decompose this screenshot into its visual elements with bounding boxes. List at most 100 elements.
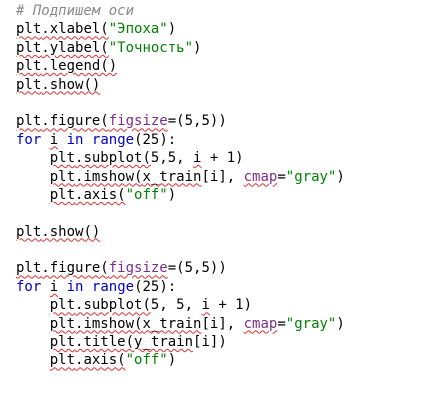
code-token: x_train — [142, 315, 202, 332]
str-token: "Эпоха" — [108, 21, 168, 38]
code-line: plt.show() — [16, 223, 443, 241]
code-token: .title( — [75, 334, 135, 351]
code-token: [i], — [201, 168, 244, 185]
code-token: plt — [49, 168, 76, 185]
code-line: plt.xlabel("Эпоха") — [16, 20, 443, 38]
kw-token: for — [16, 278, 42, 295]
code-token: + 1) — [201, 150, 244, 167]
param-token: cmap — [243, 315, 278, 332]
param-token: figsize — [108, 113, 168, 130]
code-token: i — [201, 297, 210, 314]
code-token: .legend() — [41, 58, 118, 75]
comment-text: # Подпишем оси — [16, 3, 135, 19]
code-line: plt.subplot(5, 5, i + 1) — [16, 296, 443, 314]
code-token: plt — [49, 315, 76, 332]
param-token: figsize — [108, 260, 168, 277]
code-line: plt.figure(figsize=(5,5)) — [16, 112, 443, 130]
code-token: (25): — [134, 278, 177, 295]
code-line: plt.imshow(x_train[i], cmap="gray") — [16, 315, 443, 333]
code-line: plt.subplot(5,5, i + 1) — [16, 149, 443, 167]
code-token: i — [49, 131, 59, 148]
code-token: i — [49, 278, 59, 295]
code-token: [i]) — [193, 334, 227, 351]
code-token: plt — [49, 334, 76, 351]
code-line: plt.ylabel("Точность") — [16, 39, 443, 57]
code-token: ) — [336, 168, 345, 185]
code-token: .show() — [41, 76, 101, 93]
code-token: plt — [16, 223, 42, 240]
kw-token: in — [66, 278, 84, 295]
kw-token: range — [91, 131, 135, 148]
code-editor[interactable]: # Подпишем оси plt.xlabel("Эпоха") plt.yla… — [0, 0, 443, 407]
code-area[interactable]: # Подпишем оси plt.xlabel("Эпоха") plt.yla… — [0, 0, 443, 370]
code-line: for i in range(25): — [16, 131, 443, 149]
code-line: plt.show() — [16, 76, 443, 94]
code-token: plt — [16, 21, 42, 38]
code-token: ) — [167, 186, 177, 203]
code-token: =(5,5)) — [167, 260, 227, 277]
code-token: plt — [49, 150, 76, 167]
code-token: = — [277, 315, 286, 332]
code-token: plt — [16, 260, 42, 277]
code-token: .imshow( — [75, 315, 143, 332]
code-token: (25): — [134, 131, 177, 148]
code-token: .axis( — [75, 186, 126, 203]
code-token: .subplot( — [75, 150, 151, 167]
kw-token: in — [66, 131, 84, 148]
code-token: [i], — [201, 315, 244, 332]
code-token: 5, 5, — [150, 297, 202, 314]
code-token: = — [277, 168, 286, 185]
code-line: plt.axis("off") — [16, 186, 443, 204]
code-line: for i in range(25): — [16, 278, 443, 296]
code-line: plt.legend() — [16, 57, 443, 75]
code-token: plt — [49, 186, 76, 203]
code-token: .figure( — [41, 260, 109, 277]
code-token: .show() — [41, 223, 101, 240]
code-token: y_train — [134, 334, 194, 351]
str-token: "off" — [125, 352, 168, 369]
code-token: .imshow( — [75, 168, 143, 185]
code-token: plt — [16, 76, 42, 93]
kw-token: for — [16, 131, 42, 148]
code-token: plt — [16, 113, 42, 130]
code-token: plt — [16, 39, 42, 56]
code-token: 5,5, — [150, 150, 194, 167]
code-token: x_train — [142, 168, 202, 185]
code-token: + 1) — [209, 297, 253, 314]
code-token: .axis( — [75, 352, 126, 369]
param-token: cmap — [243, 168, 278, 185]
str-token: "gray" — [285, 315, 337, 332]
kw-token: range — [91, 278, 135, 295]
code-token: ) — [167, 21, 177, 38]
str-token: "off" — [125, 186, 168, 203]
code-line: plt.figure(figsize=(5,5)) — [16, 259, 443, 277]
code-line: plt.imshow(x_train[i], cmap="gray") — [16, 168, 443, 186]
code-token: .figure( — [41, 113, 109, 130]
code-token: .ylabel( — [41, 39, 109, 56]
code-token: ) — [193, 39, 202, 56]
code-token: .subplot( — [75, 297, 151, 314]
str-token: "gray" — [285, 168, 337, 185]
code-token: =(5,5)) — [167, 113, 227, 130]
code-token: plt — [16, 58, 42, 75]
code-token: plt — [49, 297, 76, 314]
code-token: .xlabel( — [41, 21, 109, 38]
code-token: ) — [336, 315, 345, 332]
str-token: "Точность" — [108, 39, 194, 56]
